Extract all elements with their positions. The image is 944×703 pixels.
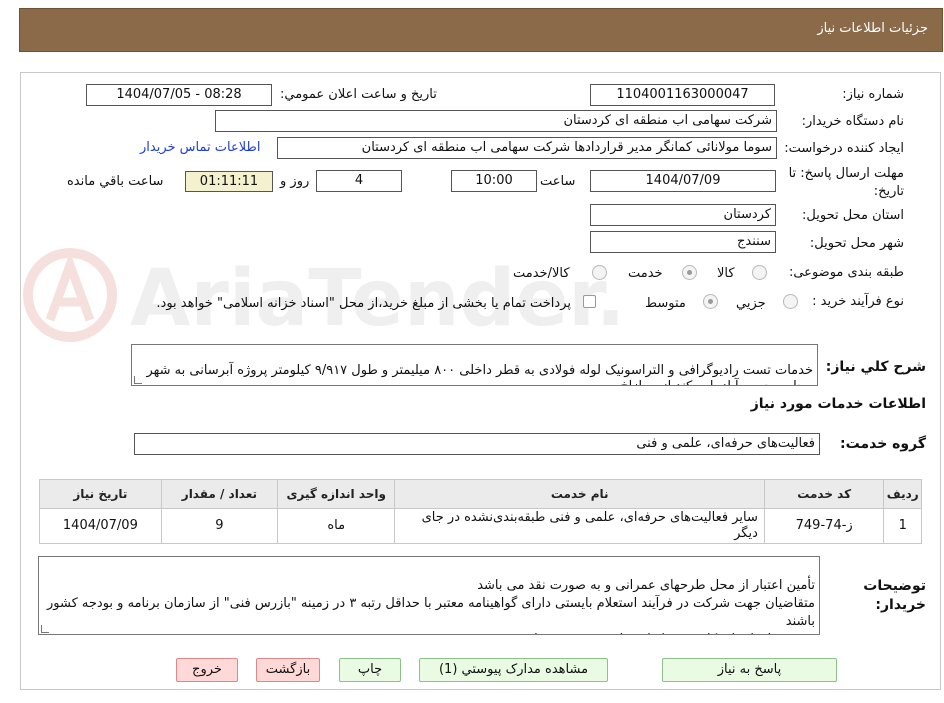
resize-handle-icon[interactable] xyxy=(41,625,49,633)
category-option-goods-service: کالا/خدمت xyxy=(513,266,570,281)
col-header-unit: واحد اندازه گیری xyxy=(277,479,396,509)
reply-to-need-button[interactable]: پاسخ به نیاز xyxy=(662,658,837,682)
description-textarea[interactable]: خدمات تست رادیوگرافی و التراسونیک لوله ف… xyxy=(131,344,818,386)
cell-unit: ماه xyxy=(277,508,396,544)
description-text: خدمات تست رادیوگرافی و التراسونیک لوله ف… xyxy=(146,363,813,385)
process-radio-small[interactable] xyxy=(783,294,798,309)
process-radio-medium[interactable] xyxy=(703,294,718,309)
buyer-notes-label-line1: توضیحات xyxy=(863,578,926,594)
requester-field[interactable]: سوما مولانائی کمانگر مدیر قراردادها شرکت… xyxy=(277,137,777,159)
col-header-need-date: تاریخ نیاز xyxy=(39,479,162,509)
col-header-quantity: تعداد / مقدار xyxy=(160,479,279,509)
city-label: شهر محل تحویل: xyxy=(809,236,904,251)
resize-handle-icon[interactable] xyxy=(134,376,142,384)
table-row: 1 ز-74-749 سایر فعالیت‌های حرفه‌ای، علمی… xyxy=(39,508,922,544)
service-group-field[interactable]: فعالیت‌های حرفه‌ای، علمی و فنی xyxy=(134,433,820,455)
province-field[interactable]: کردستان xyxy=(590,204,776,226)
need-number-field[interactable]: 1104001163000047 xyxy=(590,84,775,106)
deadline-days-label: روز و xyxy=(280,174,310,189)
table-header-row: ردیف کد خدمت نام خدمت واحد اندازه گیری ت… xyxy=(39,479,922,509)
view-attachments-button[interactable]: مشاهده مدارک پیوستي (1) xyxy=(419,658,608,682)
category-radio-service[interactable] xyxy=(682,265,697,280)
description-label: شرح كلي نياز: xyxy=(825,359,926,375)
deadline-time-field[interactable]: 10:00 xyxy=(451,170,537,192)
print-button[interactable]: چاپ xyxy=(339,658,401,682)
cell-service-code: ز-74-749 xyxy=(763,508,885,544)
announce-datetime-label: تاریخ و ساعت اعلان عمومي: xyxy=(280,87,437,102)
cell-service-name: سایر فعالیت‌های حرفه‌ای، علمی و فنی طبقه… xyxy=(394,508,765,544)
treasury-docs-note: پرداخت تمام یا بخشی از مبلغ خرید،از محل … xyxy=(156,296,571,311)
city-field[interactable]: سنندج xyxy=(590,231,776,253)
deadline-date-field[interactable]: 1404/07/09 xyxy=(590,170,776,192)
back-button[interactable]: بازگشت xyxy=(256,658,320,682)
category-option-goods: کالا xyxy=(717,266,735,281)
buyer-org-label: نام دستگاه خریدار: xyxy=(801,114,904,129)
deadline-label-line2: تاریخ: xyxy=(873,184,904,199)
remaining-time-field: 01:11:11 xyxy=(185,171,273,192)
category-radio-goods[interactable] xyxy=(752,265,767,280)
buyer-notes-label-line2: خریدار: xyxy=(875,597,926,613)
process-option-small: جزیي xyxy=(736,296,766,311)
process-label: نوع فرآیند خرید : xyxy=(812,294,904,309)
page-title: جزئیات اطلاعات نیاز xyxy=(817,21,928,36)
buyer-notes-text: تأمین اعتبار از محل طرحهای عمرانی و به ص… xyxy=(46,578,815,634)
category-option-service: خدمت xyxy=(628,266,663,281)
cell-quantity: 9 xyxy=(160,508,279,544)
service-group-label: گروه خدمت: xyxy=(840,436,926,452)
requester-label: ایجاد کننده درخواست: xyxy=(784,141,904,156)
col-header-row-number: ردیف xyxy=(883,479,922,509)
col-header-service-code: کد خدمت xyxy=(763,479,885,509)
cell-need-date: 1404/07/09 xyxy=(39,508,162,544)
cell-row-number: 1 xyxy=(883,508,922,544)
province-label: استان محل تحویل: xyxy=(802,208,904,223)
buyer-notes-textarea[interactable]: تأمین اعتبار از محل طرحهای عمرانی و به ص… xyxy=(38,556,820,635)
deadline-label-line1: مهلت ارسال پاسخ: تا xyxy=(788,166,904,181)
buyer-contact-link[interactable]: اطلاعات تماس خریدار xyxy=(140,140,260,155)
deadline-time-label: ساعت xyxy=(540,174,576,189)
services-section-title: اطلاعات خدمات مورد نياز xyxy=(750,396,926,412)
col-header-service-name: نام خدمت xyxy=(394,479,765,509)
treasury-docs-checkbox[interactable] xyxy=(583,295,596,308)
deadline-days-field[interactable]: 4 xyxy=(316,170,402,192)
buyer-org-field[interactable]: شرکت سهامی اب منطقه ای کردستان xyxy=(215,110,777,132)
announce-datetime-field[interactable]: 1404/07/05 - 08:28 xyxy=(86,84,272,106)
exit-button[interactable]: خروج xyxy=(176,658,238,682)
category-radio-goods-service[interactable] xyxy=(592,265,607,280)
category-label: طبقه بندی موضوعی: xyxy=(788,265,904,280)
remaining-time-label: ساعت باقي مانده xyxy=(67,174,164,189)
page-header: جزئیات اطلاعات نیاز xyxy=(19,8,943,52)
services-table: ردیف کد خدمت نام خدمت واحد اندازه گیری ت… xyxy=(39,479,922,544)
need-number-label: شماره نیاز: xyxy=(842,87,904,102)
process-option-medium: متوسط xyxy=(645,296,686,311)
